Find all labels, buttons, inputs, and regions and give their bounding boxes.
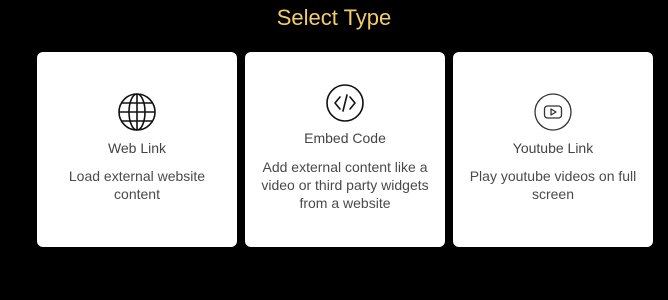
embed-code-label: Embed Code xyxy=(304,130,386,146)
youtube-link-label: Youtube Link xyxy=(512,140,594,156)
globe-icon xyxy=(117,92,157,132)
web-link-description: Load external website content xyxy=(68,168,206,202)
youtube-link-description: Play youtube videos on full screen xyxy=(469,168,637,202)
embed-code-description: Add external content like a video or thi… xyxy=(261,159,429,211)
code-icon xyxy=(325,83,365,123)
play-icon xyxy=(533,92,573,132)
page-title: Select Type xyxy=(276,5,392,30)
youtube-link-card[interactable]: Youtube Link Play youtube videos on full… xyxy=(453,52,653,247)
web-link-card[interactable]: Web Link Load external website content xyxy=(37,52,237,247)
web-link-label: Web Link xyxy=(107,140,167,156)
embed-code-card[interactable]: Embed Code Add external content like a v… xyxy=(245,52,445,247)
